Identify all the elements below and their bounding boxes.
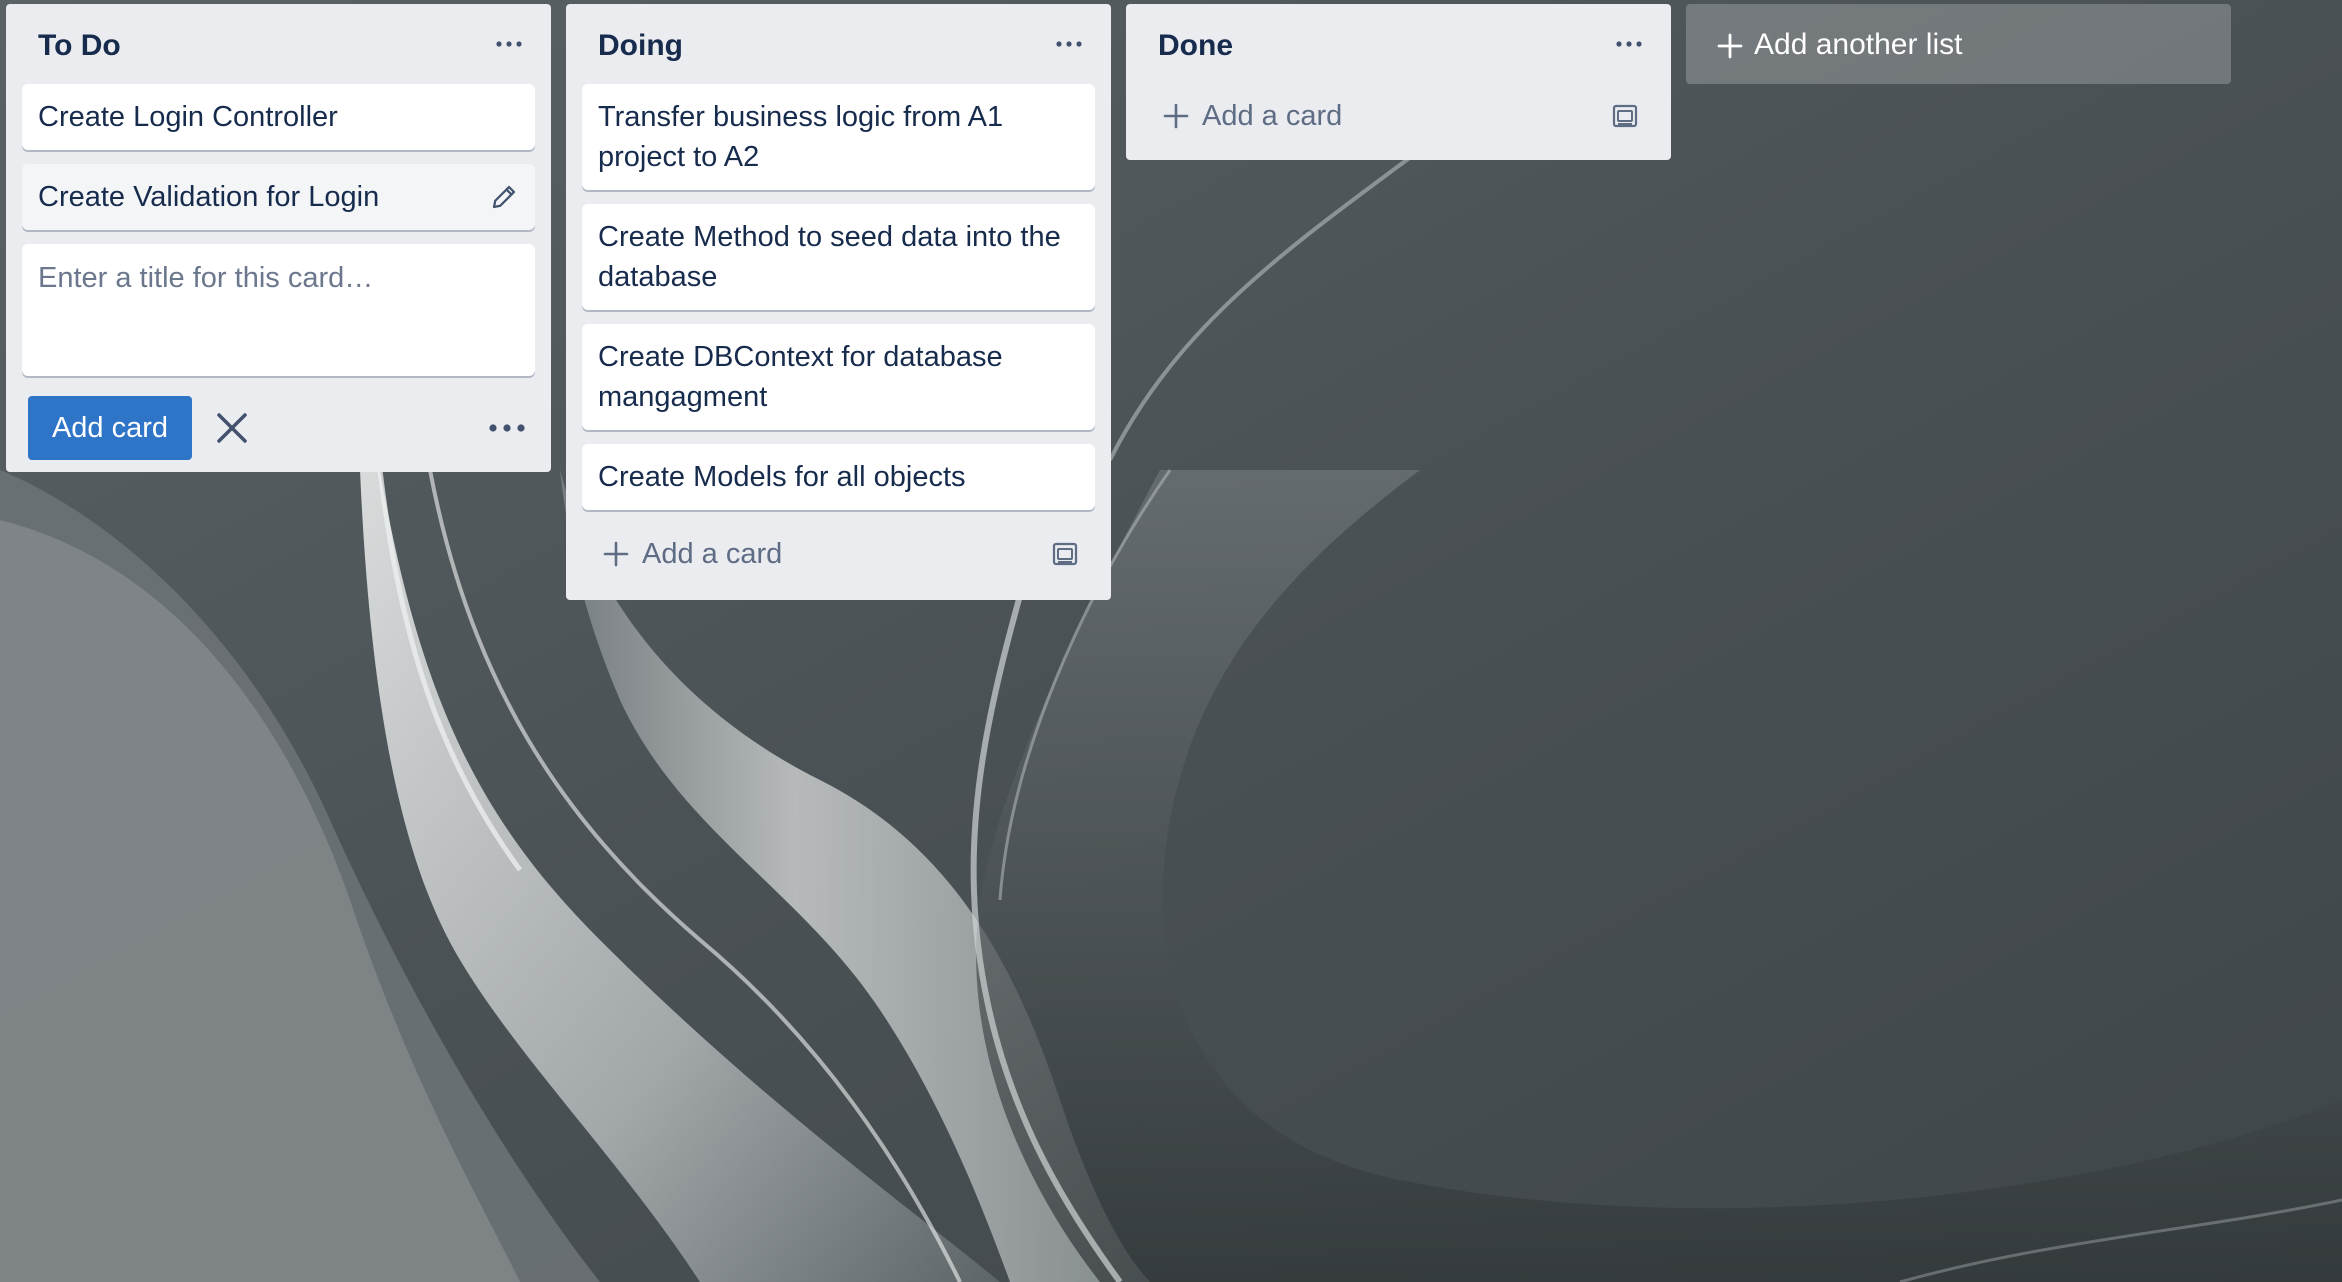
list-header: Doing — [566, 4, 1111, 84]
add-another-list-label: Add another list — [1754, 28, 1963, 61]
card[interactable]: Create Validation for Login — [22, 164, 535, 230]
card[interactable]: Create Login Controller — [22, 84, 535, 150]
card-template-icon[interactable] — [1049, 538, 1081, 570]
list-done: Done Add a card — [1126, 4, 1671, 160]
list-title[interactable]: Doing — [598, 28, 683, 64]
plus-icon — [603, 541, 629, 567]
card-title: Create Method to seed data into the data… — [598, 221, 1061, 293]
card-template-icon[interactable] — [1609, 100, 1641, 132]
list-header: To Do — [6, 4, 551, 84]
card-title: Create Validation for Login — [38, 181, 380, 213]
plus-icon — [1717, 33, 1743, 59]
card[interactable]: Create Models for all objects — [582, 444, 1095, 510]
card-title: Create Models for all objects — [598, 461, 966, 493]
pencil-icon[interactable] — [489, 182, 519, 212]
board: To Do Create Login Controller Create Val… — [0, 0, 2342, 1282]
list-menu-button[interactable] — [1047, 22, 1091, 66]
card-title-input[interactable] — [38, 258, 519, 362]
plus-icon — [1163, 103, 1189, 129]
more-horizontal-icon[interactable] — [485, 408, 529, 448]
list-doing: Doing Transfer business logic from A1 pr… — [566, 4, 1111, 600]
more-horizontal-icon — [496, 41, 522, 47]
list-title[interactable]: To Do — [38, 28, 121, 64]
card-title: Transfer business logic from A1 project … — [598, 101, 1004, 173]
list-header: Done — [1126, 4, 1671, 84]
list-menu-button[interactable] — [487, 22, 531, 66]
card[interactable]: Create Method to seed data into the data… — [582, 204, 1095, 310]
card[interactable]: Create DBContext for database mangagment — [582, 324, 1095, 430]
list-title[interactable]: Done — [1158, 28, 1233, 64]
add-a-card-button[interactable]: Add a card — [582, 526, 1095, 582]
more-horizontal-icon — [1056, 41, 1082, 47]
card[interactable]: Transfer business logic from A1 project … — [582, 84, 1095, 190]
add-a-card-label: Add a card — [1202, 100, 1343, 132]
add-a-card-label: Add a card — [642, 538, 783, 570]
close-icon[interactable] — [212, 408, 252, 448]
more-horizontal-icon — [1616, 41, 1642, 47]
card-title: Create Login Controller — [38, 101, 338, 133]
list-to-do: To Do Create Login Controller Create Val… — [6, 4, 551, 472]
add-card-button[interactable]: Add card — [28, 396, 192, 460]
card-composer — [22, 244, 535, 376]
add-another-list-button[interactable]: Add another list — [1686, 4, 2231, 84]
card-title: Create DBContext for database mangagment — [598, 341, 1003, 413]
list-menu-button[interactable] — [1607, 22, 1651, 66]
add-a-card-button[interactable]: Add a card — [1142, 88, 1655, 144]
